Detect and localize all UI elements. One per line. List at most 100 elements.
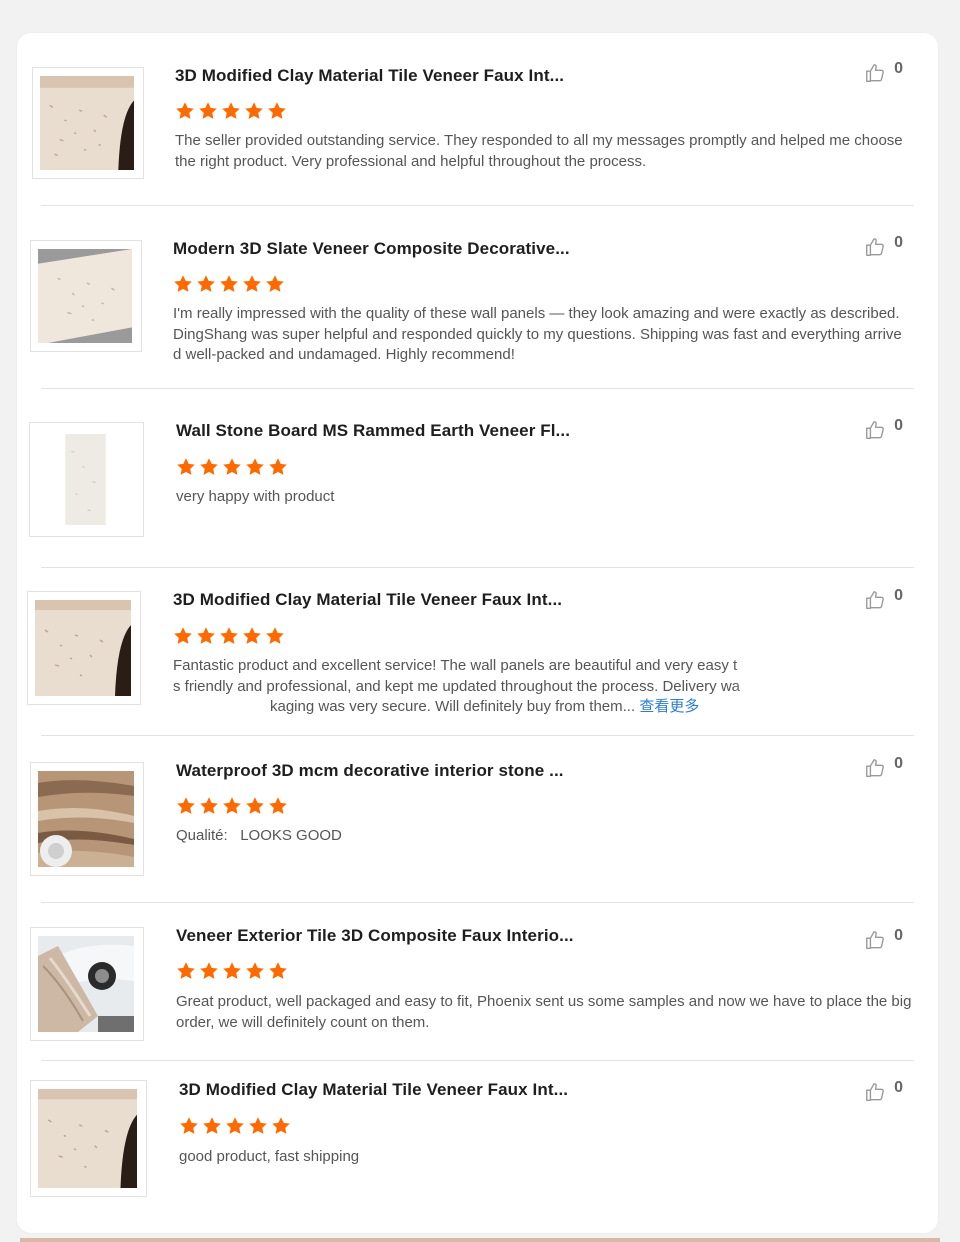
star-icon xyxy=(272,1117,290,1134)
star-icon xyxy=(177,962,195,979)
divider xyxy=(41,388,914,389)
star-icon xyxy=(243,275,261,292)
star-icon xyxy=(176,102,194,119)
star-icon xyxy=(180,1117,198,1134)
star-icon xyxy=(226,1117,244,1134)
star-icon xyxy=(249,1117,267,1134)
product-title[interactable]: Wall Stone Board MS Rammed Earth Veneer … xyxy=(176,421,570,441)
star-icon xyxy=(246,962,264,979)
star-rating xyxy=(176,457,288,477)
star-icon xyxy=(243,627,261,644)
star-icon xyxy=(197,275,215,292)
product-title[interactable]: Modern 3D Slate Veneer Composite Decorat… xyxy=(173,239,570,259)
star-rating xyxy=(176,796,288,816)
review-comment: I'm really impressed with the quality of… xyxy=(173,305,902,363)
like-count: 0 xyxy=(894,927,903,944)
thumbs-up-icon xyxy=(866,238,884,256)
star-icon xyxy=(223,458,241,475)
thumbs-up-icon xyxy=(866,1083,884,1101)
review-comment: good product, fast shipping xyxy=(179,1148,360,1165)
star-icon xyxy=(266,627,284,644)
star-icon xyxy=(174,627,192,644)
like-count: 0 xyxy=(894,417,903,434)
divider xyxy=(41,735,914,736)
star-icon xyxy=(177,458,195,475)
star-icon xyxy=(223,797,241,814)
product-thumbnail[interactable] xyxy=(30,240,142,352)
star-icon xyxy=(174,275,192,292)
star-icon xyxy=(269,962,287,979)
like-count: 0 xyxy=(894,60,903,77)
like-button[interactable]: 0 xyxy=(864,1079,903,1103)
star-rating xyxy=(175,101,287,121)
star-icon xyxy=(197,627,215,644)
view-more-link[interactable]: 查看更多 xyxy=(639,698,699,715)
star-icon xyxy=(200,458,218,475)
like-button[interactable]: 0 xyxy=(864,60,903,84)
thumbs-up-icon xyxy=(866,64,884,82)
product-thumbnail[interactable] xyxy=(32,67,144,179)
product-title[interactable]: 3D Modified Clay Material Tile Veneer Fa… xyxy=(179,1080,568,1100)
star-icon xyxy=(245,102,263,119)
like-button[interactable]: 0 xyxy=(864,587,903,611)
star-rating xyxy=(179,1116,291,1136)
product-title[interactable]: Waterproof 3D mcm decorative interior st… xyxy=(176,761,564,781)
comment-line: kaging was very secure. Will definitely … xyxy=(270,698,636,715)
star-icon xyxy=(269,458,287,475)
divider xyxy=(41,567,914,568)
slate-veneer-image xyxy=(38,249,132,343)
thumbs-up-icon xyxy=(866,591,884,609)
star-icon xyxy=(220,627,238,644)
review-comment: Qualité: LOOKS GOOD xyxy=(176,827,342,844)
star-icon xyxy=(246,458,264,475)
like-button[interactable]: 0 xyxy=(864,927,903,951)
like-count: 0 xyxy=(894,755,903,772)
comment-line: s friendly and professional, and kept me… xyxy=(173,677,740,695)
thumbs-up-icon xyxy=(866,421,884,439)
product-title[interactable]: Veneer Exterior Tile 3D Composite Faux I… xyxy=(176,926,574,946)
product-thumbnail[interactable] xyxy=(30,1080,147,1197)
review-comment: very happy with product xyxy=(176,488,335,505)
star-icon xyxy=(223,962,241,979)
star-icon xyxy=(246,797,264,814)
star-rating xyxy=(176,961,288,981)
star-icon xyxy=(222,102,240,119)
product-thumbnail[interactable] xyxy=(30,927,144,1041)
divider xyxy=(41,1060,914,1061)
star-icon xyxy=(200,962,218,979)
divider xyxy=(41,902,914,903)
star-icon xyxy=(200,797,218,814)
product-title[interactable]: 3D Modified Clay Material Tile Veneer Fa… xyxy=(175,66,564,86)
like-button[interactable]: 0 xyxy=(864,234,903,258)
like-count: 0 xyxy=(894,587,903,604)
review-comment: Great product, well packaged and easy to… xyxy=(176,993,912,1031)
exterior-tile-image xyxy=(38,936,134,1032)
product-thumbnail[interactable] xyxy=(30,762,144,876)
thumbs-up-icon xyxy=(866,931,884,949)
star-icon xyxy=(266,275,284,292)
like-count: 0 xyxy=(894,1079,903,1096)
star-rating xyxy=(173,274,285,294)
like-count: 0 xyxy=(894,234,903,251)
star-icon xyxy=(177,797,195,814)
travertine-roll-image xyxy=(38,771,134,867)
reviews-card: 3D Modified Clay Material Tile Veneer Fa… xyxy=(17,33,938,1233)
review-comment: Fantastic product and excellent service!… xyxy=(173,656,773,718)
product-thumbnail[interactable] xyxy=(27,591,141,705)
clay-tile-image xyxy=(38,1089,137,1188)
like-button[interactable]: 0 xyxy=(864,417,903,441)
thumbs-up-icon xyxy=(866,759,884,777)
comment-line-with-more: kaging was very secure. Will definitely … xyxy=(173,697,773,718)
product-thumbnail[interactable] xyxy=(29,422,144,537)
like-button[interactable]: 0 xyxy=(864,755,903,779)
rammed-earth-image xyxy=(37,431,134,528)
clay-tile-image xyxy=(35,600,131,696)
review-comment: The seller provided outstanding service.… xyxy=(175,132,903,170)
product-title[interactable]: 3D Modified Clay Material Tile Veneer Fa… xyxy=(173,590,562,610)
text-fade-overlay xyxy=(733,656,773,698)
star-rating xyxy=(173,626,285,646)
star-icon xyxy=(203,1117,221,1134)
comment-line: Fantastic product and excellent service!… xyxy=(173,657,738,674)
divider xyxy=(41,205,914,206)
star-icon xyxy=(199,102,217,119)
